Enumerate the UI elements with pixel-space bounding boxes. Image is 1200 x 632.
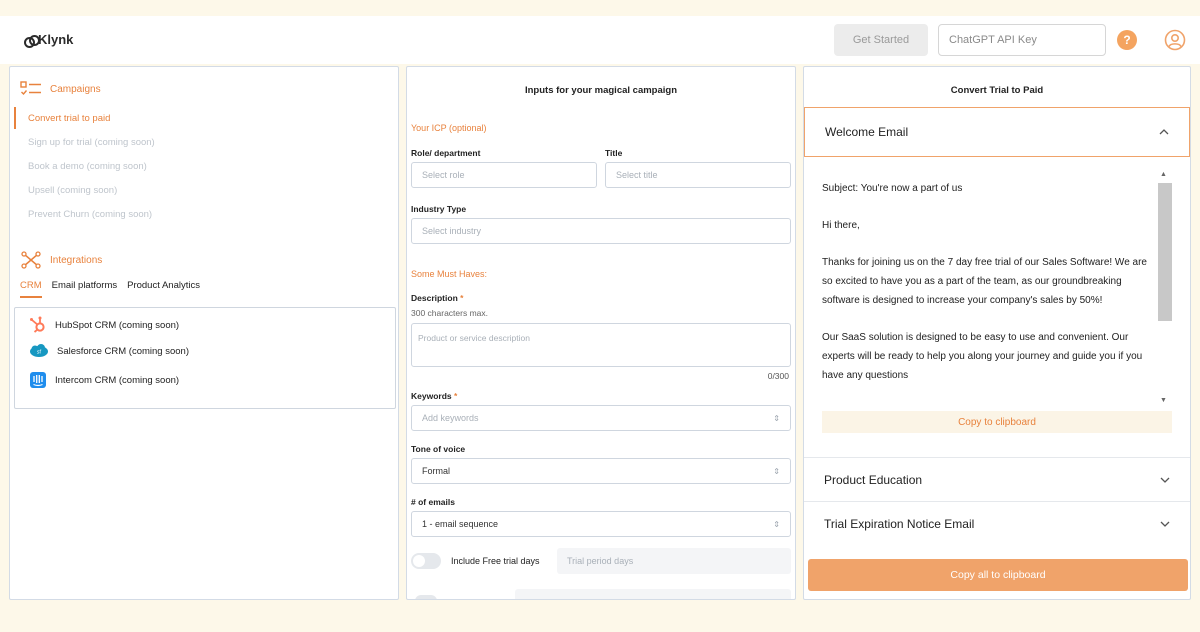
email-greeting: Hi there,	[822, 220, 860, 231]
tone-label: Tone of voice	[411, 444, 466, 454]
email-scrollbar-thumb[interactable]	[1158, 183, 1172, 321]
description-textarea[interactable]: Product or service description	[411, 323, 791, 367]
integration-item-hubspot[interactable]: HubSpot CRM (coming soon)	[29, 316, 179, 334]
scroll-down-arrow-icon[interactable]: ▼	[1160, 397, 1167, 404]
chevron-down-icon	[1160, 521, 1170, 527]
integrations-list: HubSpot CRM (coming soon) sf Salesforce …	[14, 307, 396, 409]
integration-label: HubSpot CRM (coming soon)	[55, 319, 180, 331]
integrations-title: Integrations	[50, 254, 103, 266]
accordion-title: Product Education	[824, 472, 923, 487]
output-title: Convert Trial to Paid	[950, 85, 1044, 96]
scroll-up-arrow-icon[interactable]: ▲	[1160, 171, 1167, 178]
description-note: 300 characters max.	[411, 308, 489, 318]
email-content: Subject: You're now a part of us Hi ther…	[814, 163, 1172, 411]
logo-text: Klynk	[38, 32, 74, 47]
campaigns-title: Campaigns	[50, 83, 101, 95]
inputs-title: Inputs for your magical campaign	[524, 85, 678, 96]
title-select[interactable]: Select title	[605, 162, 791, 188]
integration-item-intercom[interactable]: Intercom CRM (coming soon)	[29, 371, 179, 389]
campaign-item-upsell[interactable]: Upsell (coming soon)	[28, 185, 117, 196]
logo[interactable]: Klynk	[24, 32, 74, 48]
integration-label: Salesforce CRM (coming soon)	[57, 345, 189, 357]
tab-product-analytics[interactable]: Product Analytics	[127, 280, 200, 298]
chevron-updown-icon: ⇕	[773, 413, 780, 423]
accordion-product-education[interactable]: Product Education	[804, 457, 1190, 501]
svg-text:sf: sf	[37, 350, 42, 356]
keywords-label: Keywords *	[411, 391, 458, 401]
tab-crm[interactable]: CRM	[20, 280, 42, 298]
keywords-input[interactable]: Add keywords ⇕	[411, 405, 791, 431]
accordion-title: Trial Expiration Notice Email	[824, 516, 975, 531]
description-counter: 0/300	[767, 371, 789, 381]
title-label: Title	[605, 148, 623, 158]
api-key-input[interactable]	[938, 24, 1106, 56]
help-icon[interactable]: ?	[1117, 30, 1137, 50]
partial-input[interactable]	[515, 589, 791, 599]
campaign-item-convert-trial[interactable]: Convert trial to paid	[28, 113, 110, 124]
trial-period-input[interactable]: Trial period days	[557, 548, 791, 574]
klynk-logo-icon	[24, 34, 40, 48]
user-profile-icon[interactable]	[1164, 29, 1186, 51]
intercom-icon	[30, 372, 46, 388]
campaigns-header: Campaigns	[20, 81, 101, 97]
chevron-down-icon	[1160, 477, 1170, 483]
checklist-icon	[20, 81, 41, 96]
output-panel: Convert Trial to Paid Welcome Email Subj…	[803, 66, 1191, 600]
role-select[interactable]: Select role	[411, 162, 597, 188]
accordion-trial-expiration[interactable]: Trial Expiration Notice Email	[804, 501, 1190, 545]
integration-item-salesforce[interactable]: sf Salesforce CRM (coming soon)	[29, 344, 189, 358]
free-trial-toggle[interactable]	[411, 553, 441, 569]
description-label: Description *	[411, 293, 464, 303]
free-trial-label: Include Free trial days	[451, 556, 540, 566]
top-header: Klynk Get Started ?	[0, 16, 1200, 64]
role-label: Role/ department	[411, 148, 481, 158]
emails-count-select[interactable]: 1 - email sequence ⇕	[411, 511, 791, 537]
accordion-title: Welcome Email	[825, 125, 909, 139]
chevron-updown-icon: ⇕	[773, 466, 780, 476]
must-haves-label: Some Must Haves:	[411, 269, 488, 279]
emails-count-label: # of emails	[411, 497, 455, 507]
tab-email-platforms[interactable]: Email platforms	[52, 280, 117, 298]
email-paragraph: Our SaaS solution is designed to be easy…	[822, 332, 1143, 381]
get-started-button[interactable]: Get Started	[834, 24, 928, 56]
copy-all-button[interactable]: Copy all to clipboard	[808, 559, 1188, 591]
tone-select[interactable]: Formal ⇕	[411, 458, 791, 484]
email-subject: Subject: You're now a part of us	[822, 183, 963, 194]
industry-label: Industry Type	[411, 204, 467, 214]
email-paragraph: Thanks for joining us on the 7 day free …	[822, 257, 1147, 306]
copy-to-clipboard-button[interactable]: Copy to clipboard	[822, 411, 1172, 433]
salesforce-icon: sf	[30, 344, 48, 357]
hubspot-icon	[30, 316, 45, 333]
campaigns-panel: Campaigns Convert trial to paid Sign up …	[9, 66, 399, 600]
industry-select[interactable]: Select industry	[411, 218, 791, 244]
chevron-updown-icon: ⇕	[773, 519, 780, 529]
chevron-up-icon	[1159, 129, 1169, 135]
integration-label: Intercom CRM (coming soon)	[55, 374, 180, 386]
active-indicator	[14, 107, 16, 129]
inputs-panel: Inputs for your magical campaign Your IC…	[406, 66, 796, 600]
integrations-tabs: CRM Email platforms Product Analytics	[20, 280, 200, 298]
accordion-welcome-email[interactable]: Welcome Email	[804, 107, 1190, 157]
campaign-item-prevent-churn[interactable]: Prevent Churn (coming soon)	[28, 209, 152, 220]
integrations-icon	[21, 251, 41, 269]
campaign-item-sign-up-trial[interactable]: Sign up for trial (coming soon)	[28, 137, 155, 148]
partial-toggle[interactable]	[415, 595, 437, 599]
campaign-item-book-demo[interactable]: Book a demo (coming soon)	[28, 161, 147, 172]
integrations-header: Integrations	[20, 251, 102, 269]
icp-label: Your ICP (optional)	[411, 123, 487, 133]
